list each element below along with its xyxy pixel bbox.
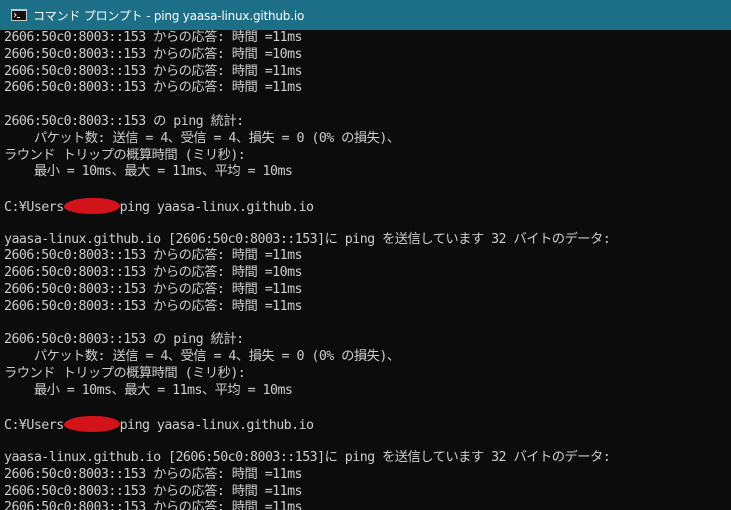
- console-line: 2606:50c0:8003::153 からの応答: 時間 =11ms: [4, 30, 303, 45]
- console-line: パケット数: 送信 = 4、受信 = 4、損失 = 0 (0% の損失)、: [4, 130, 400, 146]
- console-line: 2606:50c0:8003::153 からの応答: 時間 =10ms: [4, 265, 303, 281]
- console-line: 2606:50c0:8003::153 からの応答: 時間 =11ms: [4, 248, 303, 264]
- console-line: 2606:50c0:8003::153 からの応答: 時間 =11ms: [4, 483, 303, 499]
- console-line: 2606:50c0:8003::153 の ping 統計:: [4, 113, 244, 129]
- window-title: コマンド プロンプト - ping yaasa-linux.github.io: [33, 8, 305, 23]
- console-line: 2606:50c0:8003::153 からの応答: 時間 =11ms: [4, 281, 303, 297]
- prompt-path: C:¥Users: [4, 199, 64, 215]
- command-line: C:¥Users ping yaasa-linux.github.io: [4, 416, 731, 433]
- console-line: yaasa-linux.github.io [2606:50c0:8003::1…: [4, 231, 611, 247]
- console-line: 2606:50c0:8003::153 からの応答: 時間 =11ms: [4, 298, 303, 314]
- console-line: 2606:50c0:8003::153 からの応答: 時間 =11ms: [4, 500, 303, 510]
- console-line: 2606:50c0:8003::153 からの応答: 時間 =11ms: [4, 80, 303, 96]
- redaction-mark: [63, 416, 120, 433]
- console-line: ラウンド トリップの概算時間 (ミリ秒):: [4, 147, 246, 163]
- prompt-path: C:¥Users: [4, 418, 64, 434]
- console-line: 2606:50c0:8003::153 からの応答: 時間 =11ms: [4, 63, 303, 79]
- console-output[interactable]: 2606:50c0:8003::153 からの応答: 時間 =11ms 2606…: [4, 30, 731, 510]
- command-text: ping yaasa-linux.github.io: [119, 199, 314, 215]
- console-line: yaasa-linux.github.io [2606:50c0:8003::1…: [4, 449, 611, 465]
- console-line: 2606:50c0:8003::153 の ping 統計:: [4, 332, 244, 348]
- command-line: C:¥Users ping yaasa-linux.github.io: [4, 197, 731, 215]
- console-line: 最小 = 10ms、最大 = 11ms、平均 = 10ms: [4, 164, 293, 180]
- redaction-mark: [63, 197, 120, 214]
- title-bar[interactable]: コマンド プロンプト - ping yaasa-linux.github.io: [0, 0, 731, 30]
- console-line: 最小 = 10ms、最大 = 11ms、平均 = 10ms: [4, 382, 293, 398]
- command-prompt-window: コマンド プロンプト - ping yaasa-linux.github.io …: [0, 0, 731, 510]
- cmd-icon: [11, 9, 27, 21]
- console-line: パケット数: 送信 = 4、受信 = 4、損失 = 0 (0% の損失)、: [4, 349, 400, 365]
- command-text: ping yaasa-linux.github.io: [119, 418, 314, 434]
- console-line: 2606:50c0:8003::153 からの応答: 時間 =10ms: [4, 46, 303, 62]
- console-line: ラウンド トリップの概算時間 (ミリ秒):: [4, 365, 246, 381]
- console-line: 2606:50c0:8003::153 からの応答: 時間 =11ms: [4, 466, 303, 482]
